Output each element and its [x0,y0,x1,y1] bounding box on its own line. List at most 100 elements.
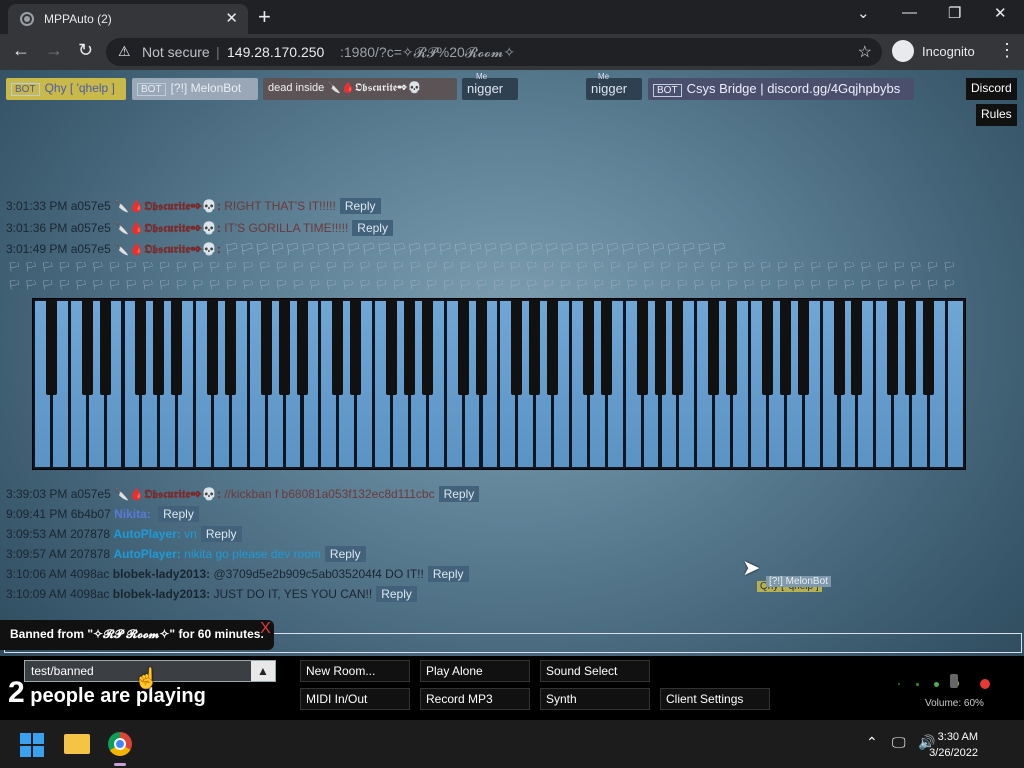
black-key[interactable] [833,299,845,395]
warning-icon[interactable]: ⚠ [118,43,131,60]
message-author[interactable]: blobek-lady2013: [113,567,210,581]
black-key[interactable] [797,299,809,395]
message-author[interactable]: 🔪🩸𝕺𝖇𝖘𝖈𝖚𝖗𝖎𝖙𝖊✒💀: [114,242,221,256]
black-key[interactable] [511,299,523,395]
star-icon[interactable]: ☆ [858,42,872,62]
back-icon[interactable]: ← [12,40,30,61]
network-icon[interactable]: 🖵 [892,734,906,751]
user-tag[interactable]: BOT Qhy [ 'qhelp ] [6,78,126,100]
volume-control[interactable]: Volume: 60% [892,674,1012,714]
reply-button[interactable]: Reply [158,506,199,522]
black-key[interactable] [45,299,57,395]
black-key[interactable] [923,299,934,395]
url-path: :1980/?c=✧𝓡𝓟%20𝓡𝓸𝓸𝓶✧ [340,44,516,60]
me-tag: Me [598,72,610,81]
system-clock[interactable]: 3:30 AM 3/26/2022 [918,729,978,761]
rules-button[interactable]: Rules [976,104,1017,126]
black-key[interactable] [636,299,648,395]
reply-button[interactable]: Reply [339,198,381,214]
black-key[interactable] [260,299,272,395]
record-mp3-button[interactable]: Record MP3 [420,688,530,710]
black-key[interactable] [529,299,541,395]
chat-message: 3:10:09 AM 4098ac blobek-lady2013: JUST … [6,586,417,606]
browser-tab[interactable]: MPPAuto (2) ✕ [8,4,248,34]
black-key[interactable] [582,299,594,395]
sound-select-button[interactable]: Sound Select [540,660,650,682]
black-key[interactable] [224,299,236,395]
black-key[interactable] [207,299,218,395]
black-key[interactable] [600,299,612,395]
reply-button[interactable]: Reply [438,486,480,502]
synth-button[interactable]: Synth [540,688,650,710]
message-author[interactable]: blobek-lady2013: [113,587,210,601]
black-key[interactable] [779,299,791,395]
chevron-up-icon[interactable]: ⌃ [866,734,878,751]
black-key[interactable] [457,299,469,395]
black-key[interactable] [350,299,362,395]
message-author[interactable]: 🔪🩸𝕺𝖇𝖘𝖈𝖚𝖗𝖎𝖙𝖊✒💀: [114,221,221,235]
black-key[interactable] [403,299,415,395]
address-bar[interactable]: ⚠ Not secure | 149.28.170.250 :1980/?c=✧… [106,38,882,66]
discord-button[interactable]: Discord [966,78,1017,100]
security-label[interactable]: Not secure [142,44,210,60]
black-key[interactable] [475,299,487,395]
black-key[interactable] [81,299,93,395]
black-key[interactable] [672,299,684,395]
restore-icon[interactable]: ❐ [948,4,961,22]
user-tag[interactable]: dead inside 🔪🩸𝕺𝖇𝖘𝖈𝖚𝖗𝖎𝖙𝖊✒💀 [263,78,457,100]
midi-button[interactable]: MIDI In/Out [300,688,410,710]
black-key[interactable] [99,299,111,395]
user-tag[interactable]: BOT [?!] MelonBot [132,78,258,100]
black-key[interactable] [296,299,308,395]
client-settings-button[interactable]: Client Settings [660,688,770,710]
new-room-button[interactable]: New Room... [300,660,410,682]
reply-button[interactable]: Reply [324,546,366,562]
minimize-icon[interactable]: — [902,4,917,21]
tab-search-icon[interactable]: ⌄ [857,4,870,22]
user-tag[interactable]: nigger [586,78,642,100]
black-key[interactable] [708,299,720,395]
black-key[interactable] [386,299,397,395]
black-key[interactable] [547,299,559,395]
file-explorer-icon[interactable] [64,734,90,754]
black-key[interactable] [761,299,773,395]
url-host: 149.28.170.250 [227,44,325,60]
reload-icon[interactable]: ↻ [78,40,93,61]
close-tab-icon[interactable]: ✕ [225,9,238,27]
new-tab-icon[interactable]: + [258,4,271,30]
close-window-icon[interactable]: ✕ [994,4,1007,22]
reply-button[interactable]: Reply [352,220,393,236]
chevron-up-icon[interactable]: ▲ [251,661,275,681]
windows-start-icon[interactable] [20,733,44,757]
user-tag[interactable]: BOT Csys Bridge | discord.gg/4Gqjhpbybs [648,78,914,100]
black-key[interactable] [654,299,666,395]
volume-knob[interactable] [950,674,958,688]
incognito-profile-button[interactable]: Incognito [890,40,986,64]
reply-button[interactable]: Reply [200,526,242,542]
message-author[interactable]: Nikita: [114,507,151,521]
black-key[interactable] [332,299,344,395]
menu-kebab-icon[interactable]: ⋮ [998,40,1016,61]
chrome-icon[interactable] [108,732,132,756]
reply-button[interactable]: Reply [376,586,417,602]
black-key[interactable] [851,299,863,395]
message-author[interactable]: AutoPlayer: [113,547,180,561]
message-author[interactable]: 🔪🩸𝕺𝖇𝖘𝖈𝖚𝖗𝖎𝖙𝖊✒💀: [114,487,221,501]
reply-button[interactable]: Reply [427,566,469,582]
white-key[interactable] [946,300,964,468]
black-key[interactable] [171,299,183,395]
black-key[interactable] [153,299,165,395]
black-key[interactable] [421,299,433,395]
message-author[interactable]: AutoPlayer: [113,527,180,541]
piano-keyboard[interactable] [32,298,966,470]
message-author[interactable]: 🔪🩸𝕺𝖇𝖘𝖈𝖚𝖗𝖎𝖙𝖊✒💀: [114,199,221,213]
black-key[interactable] [135,299,147,395]
black-key[interactable] [726,299,738,395]
black-key[interactable] [278,299,290,395]
user-tag-self[interactable]: nigger [462,78,518,100]
forward-icon[interactable]: → [45,40,63,61]
play-alone-button[interactable]: Play Alone [420,660,530,682]
black-key[interactable] [905,299,917,395]
black-key[interactable] [887,299,899,395]
close-notification-icon[interactable]: X [260,620,271,638]
